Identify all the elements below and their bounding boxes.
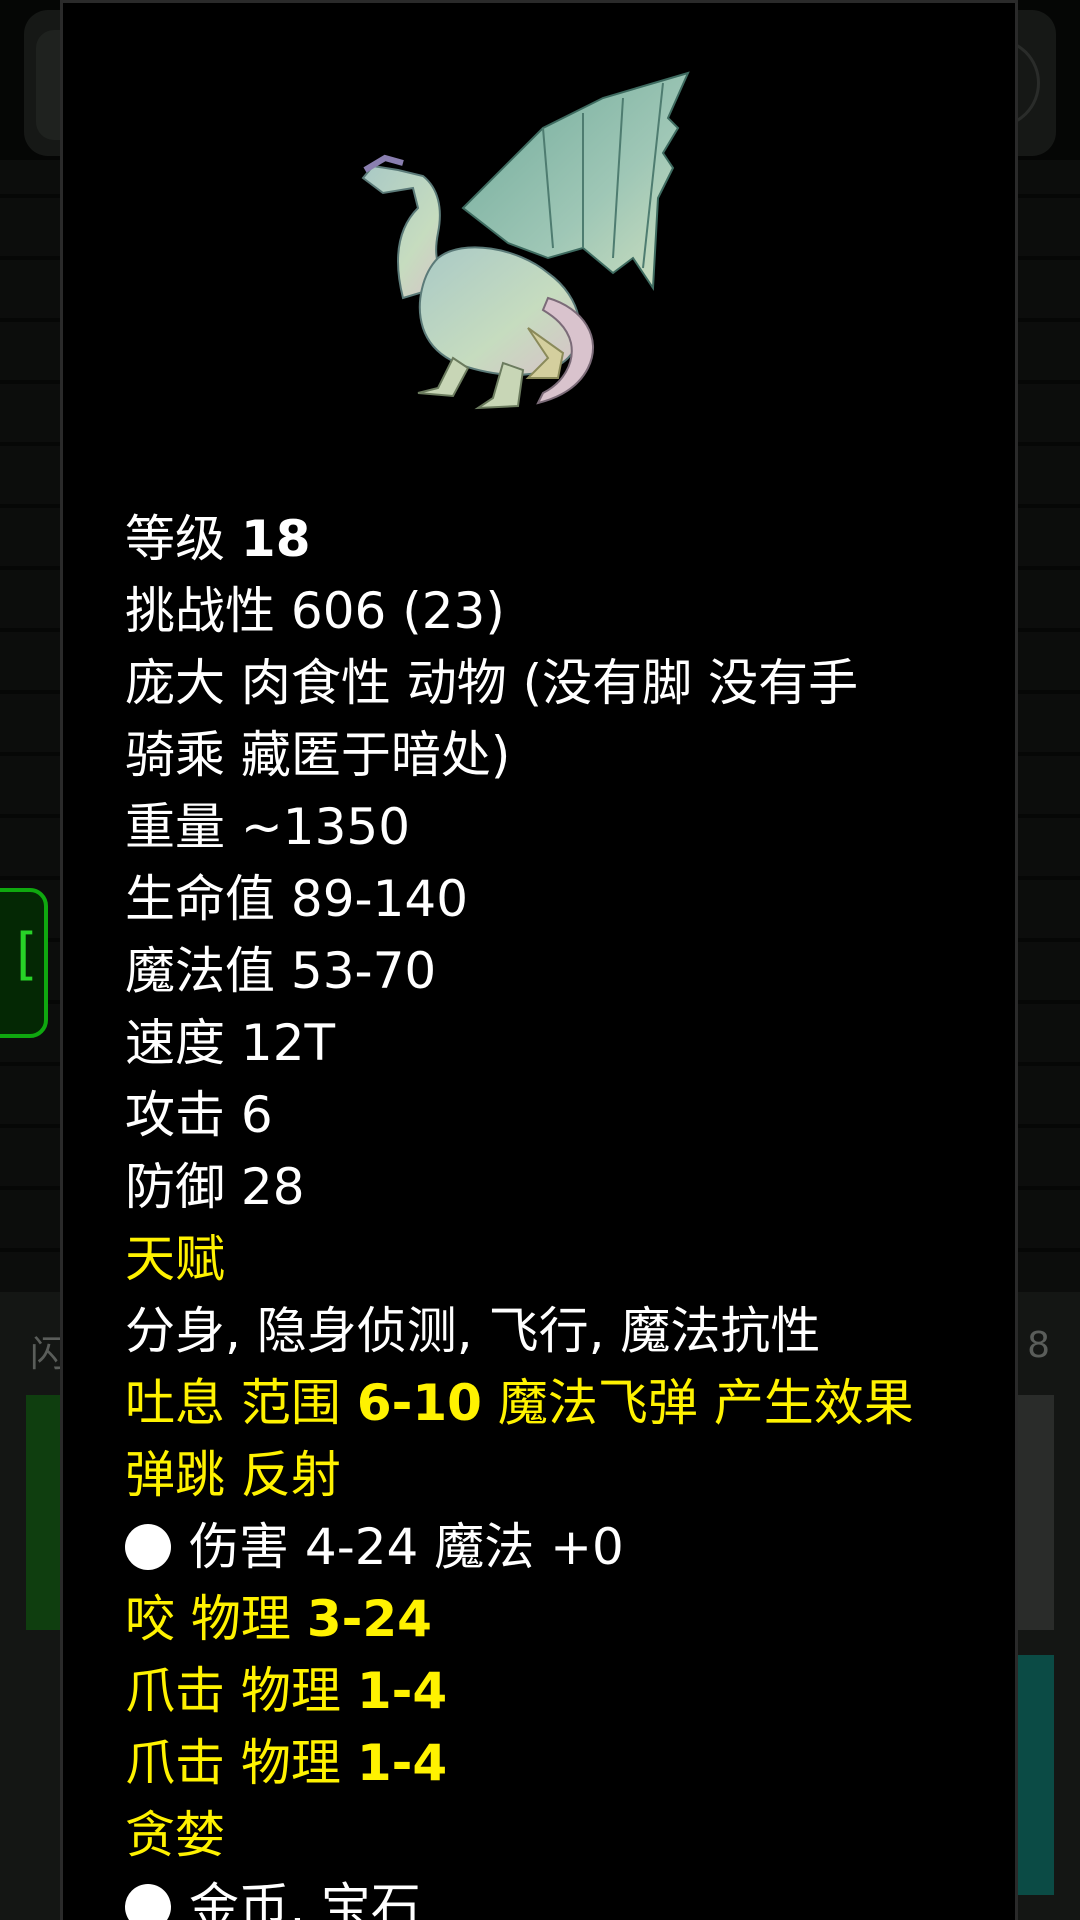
white-dot-icon — [125, 1524, 171, 1570]
claw-label-2: 爪击 物理 — [125, 1734, 341, 1792]
claw-row-1: 爪击 物理 1-4 — [125, 1655, 1005, 1727]
breath-attack-row: 吐息 范围 6-10 魔法飞弹 产生效果 — [125, 1367, 1005, 1439]
talent-header: 天赋 — [125, 1230, 225, 1288]
hp-value: 89-140 — [290, 870, 469, 928]
greed-header: 贪婪 — [125, 1806, 225, 1864]
attack-row: 攻击 6 — [125, 1079, 1005, 1151]
hp-label: 生命值 — [125, 870, 275, 928]
background-right-map — [1018, 160, 1080, 1310]
mp-label: 魔法值 — [125, 942, 275, 1000]
background-green-chip: [ — [0, 888, 48, 1038]
game-screen: [ 闪 8 等级 18 挑战性 606 (23) 庞大 肉食性 动物 (没有脚 … — [0, 0, 1080, 1920]
green-chip-glyph: [ — [8, 922, 42, 987]
talent-list: 分身, 隐身侦测, 飞行, 魔法抗性 — [125, 1302, 821, 1360]
claw-label-1: 爪击 物理 — [125, 1662, 341, 1720]
level-label: 等级 — [125, 510, 225, 568]
speed-row: 速度 12T — [125, 1007, 1005, 1079]
breath-damage: 伤害 4-24 魔法 +0 — [189, 1518, 624, 1576]
background-bottom-right-text: 8 — [1027, 1325, 1050, 1366]
weight-value: ~1350 — [240, 798, 411, 856]
defense-row: 防御 28 — [125, 1151, 1005, 1223]
defense-value: 28 — [240, 1158, 305, 1216]
level-row: 等级 18 — [125, 503, 1005, 575]
greed-items: 金币, 宝石 — [189, 1878, 421, 1920]
challenge-value: 606 (23) — [290, 582, 505, 640]
weight-row: 重量 ~1350 — [125, 791, 1005, 863]
bite-row: 咬 物理 3-24 — [125, 1583, 1005, 1655]
speed-label: 速度 — [125, 1014, 225, 1072]
monster-stats: 等级 18 挑战性 606 (23) 庞大 肉食性 动物 (没有脚 没有手 骑乘… — [125, 503, 1005, 1920]
attack-label: 攻击 — [125, 1086, 225, 1144]
mp-value: 53-70 — [290, 942, 437, 1000]
speed-value: 12T — [240, 1014, 336, 1072]
bite-value: 3-24 — [306, 1590, 432, 1648]
background-bottom-right-block — [1014, 1395, 1054, 1630]
defense-label: 防御 — [125, 1158, 225, 1216]
monster-info-dialog[interactable]: 等级 18 挑战性 606 (23) 庞大 肉食性 动物 (没有脚 没有手 骑乘… — [60, 0, 1018, 1920]
challenge-label: 挑战性 — [125, 582, 275, 640]
claw-row-2: 爪击 物理 1-4 — [125, 1727, 1005, 1799]
claw-value-2: 1-4 — [356, 1734, 448, 1792]
traits-line-1: 庞大 肉食性 动物 (没有脚 没有手 — [125, 654, 859, 712]
breath-range: 6-10 — [356, 1374, 482, 1432]
mp-row: 魔法值 53-70 — [125, 935, 1005, 1007]
background-bottom-right-teal-block — [1014, 1655, 1054, 1895]
breath-effects: 弹跳 反射 — [125, 1446, 341, 1504]
white-dot-icon — [125, 1884, 171, 1920]
bite-label: 咬 物理 — [125, 1590, 291, 1648]
breath-prefix: 吐息 范围 — [125, 1374, 341, 1432]
attack-value: 6 — [240, 1086, 273, 1144]
weight-label: 重量 — [125, 798, 225, 856]
hp-row: 生命值 89-140 — [125, 863, 1005, 935]
traits-line-2: 骑乘 藏匿于暗处) — [125, 726, 511, 784]
level-value: 18 — [240, 510, 311, 568]
claw-value-1: 1-4 — [356, 1662, 448, 1720]
dragon-portrait-icon — [361, 71, 690, 410]
breath-suffix: 魔法飞弹 产生效果 — [497, 1374, 914, 1432]
greed-row: 金币, 宝石 — [125, 1871, 1005, 1920]
background-left-map — [0, 160, 62, 1310]
breath-damage-row: 伤害 4-24 魔法 +0 — [125, 1511, 1005, 1583]
challenge-row: 挑战性 606 (23) — [125, 575, 1005, 647]
